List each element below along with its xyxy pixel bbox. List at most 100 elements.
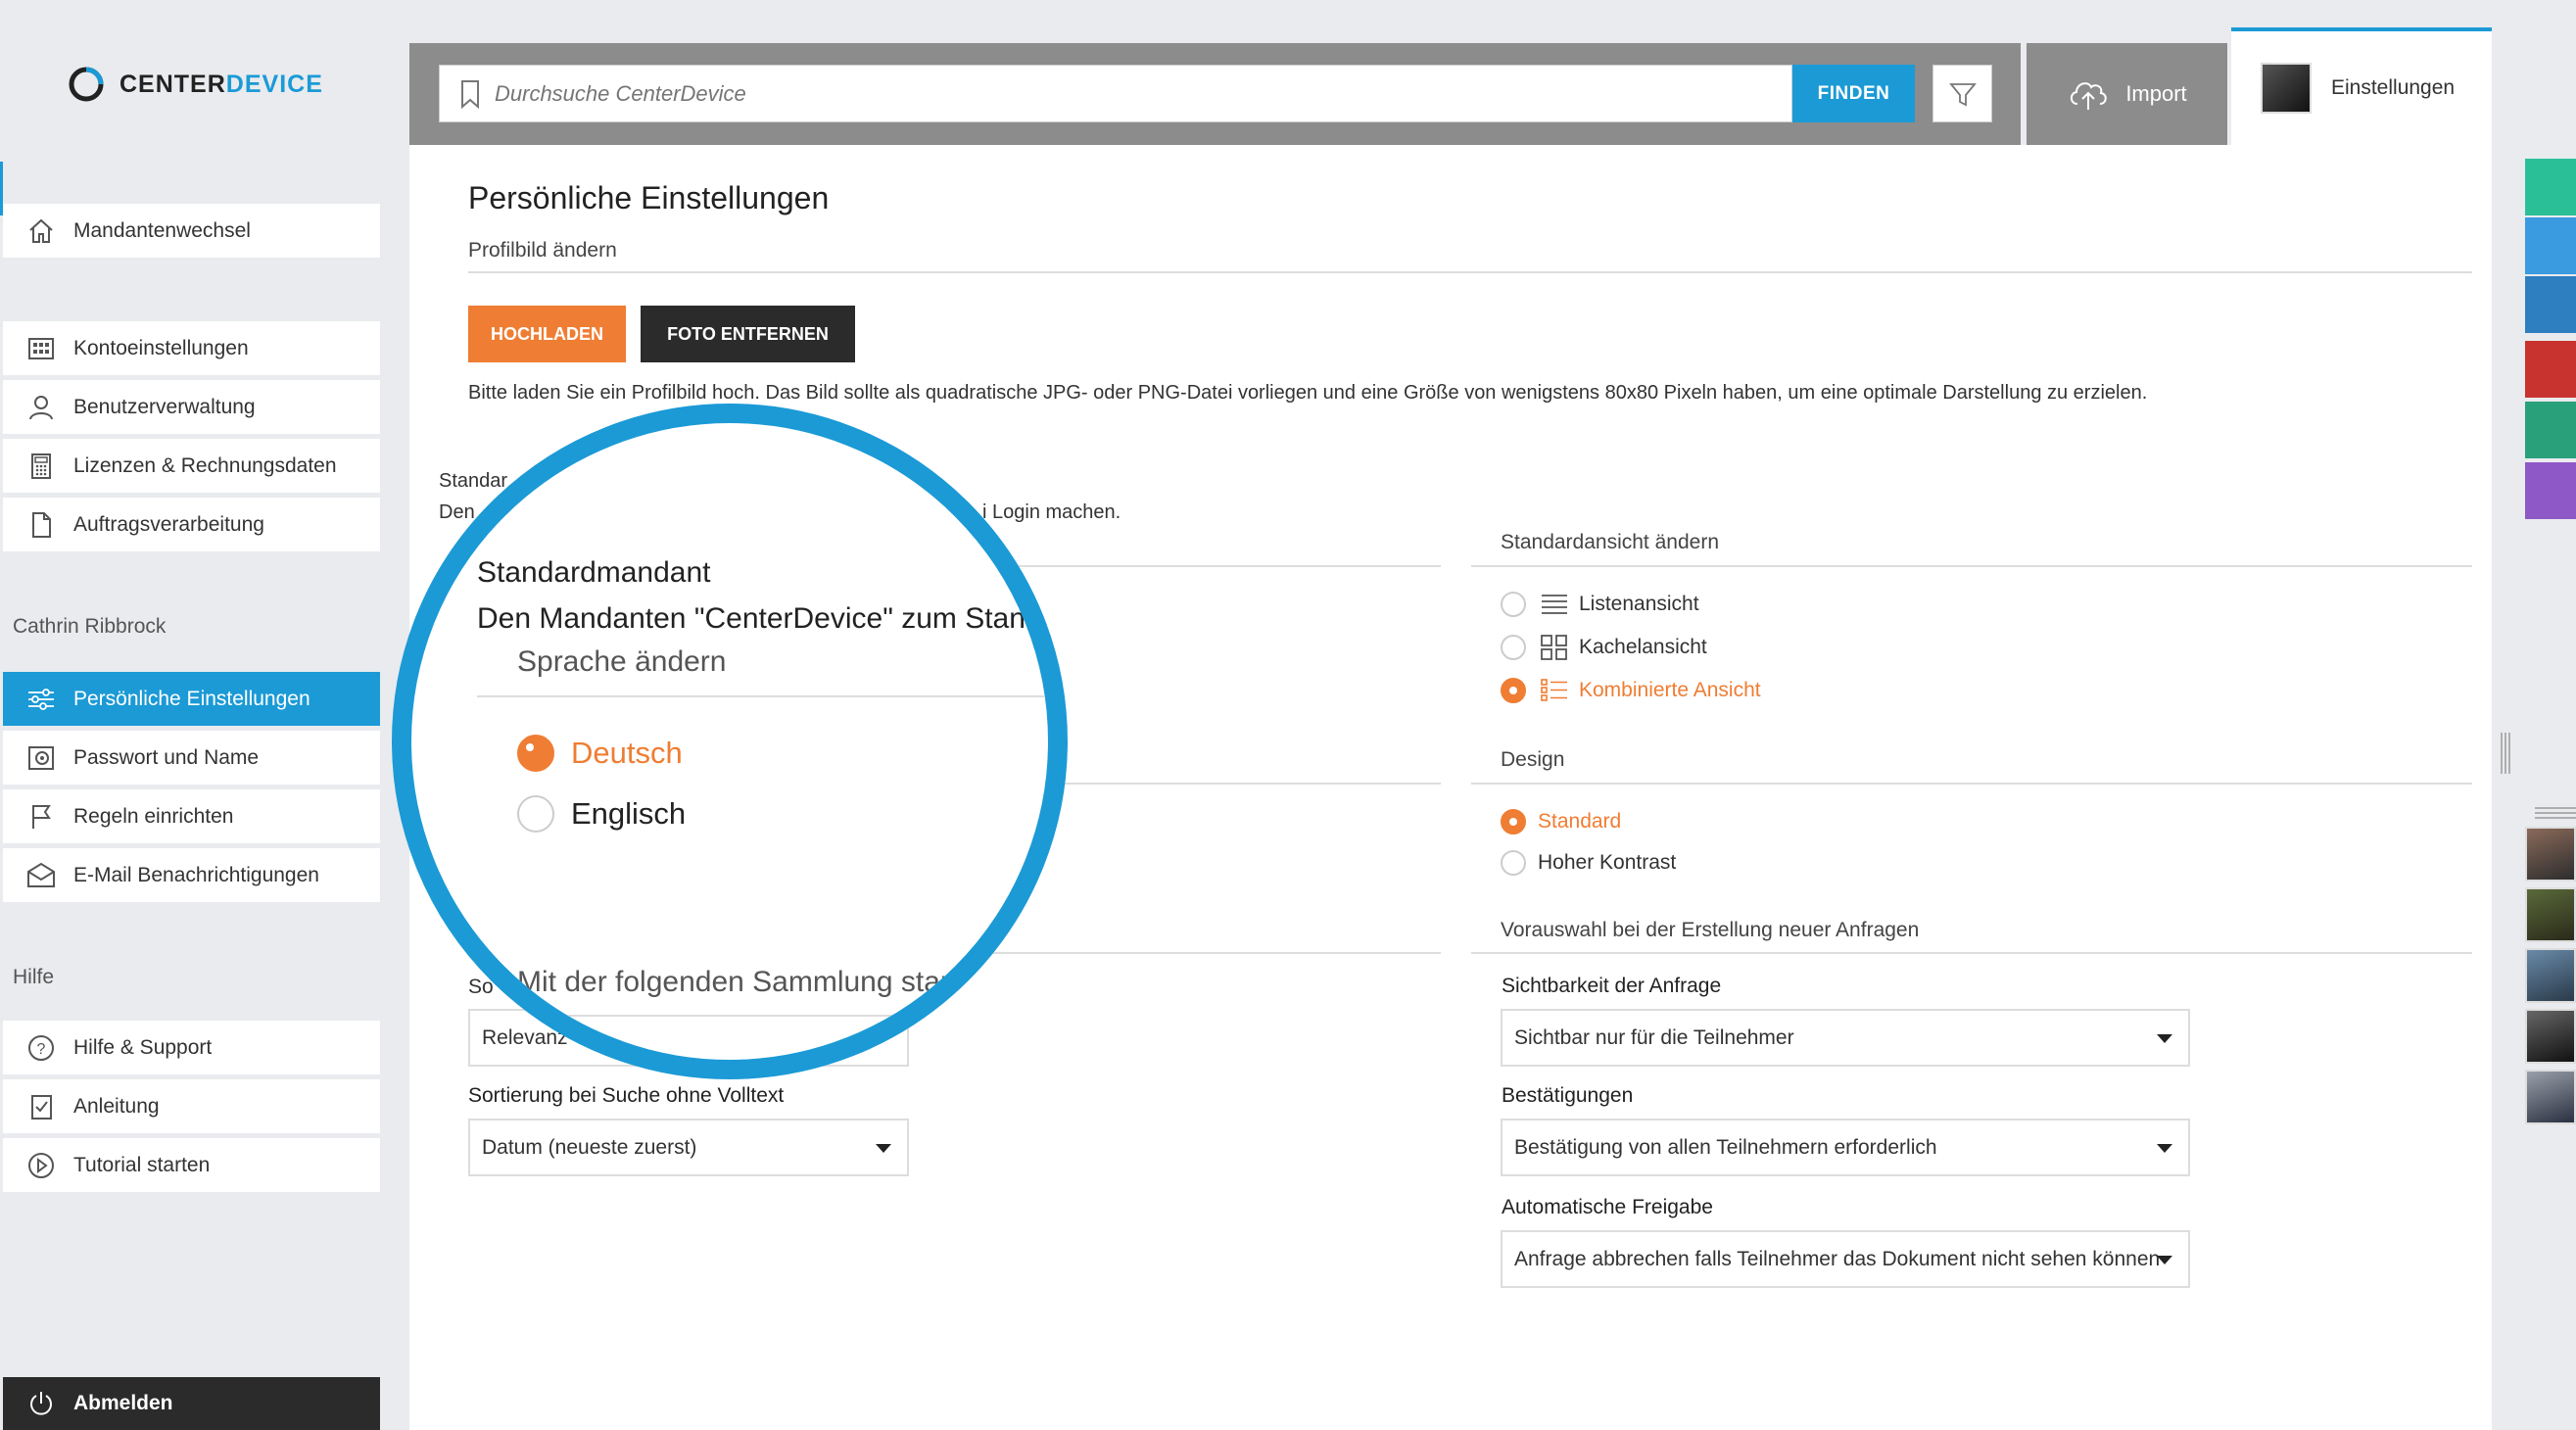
- search-input[interactable]: [495, 69, 1729, 119]
- sidebar-item-label: Persönliche Einstellungen: [73, 687, 310, 710]
- magnified-default-tenant-text: Den Mandanten "CenterDevice" zum Stand: [477, 602, 1042, 635]
- avatar: [2261, 63, 2312, 114]
- sidebar-item-kontoeinstellungen[interactable]: Kontoeinstellungen: [3, 321, 380, 377]
- view-option-combined-label[interactable]: Kombinierte Ansicht: [1579, 679, 1761, 702]
- confirmations-label: Bestätigungen: [1502, 1084, 1634, 1107]
- auto-release-value: Anfrage abbrechen falls Teilnehmer das D…: [1514, 1247, 2161, 1270]
- view-option-tiles-label[interactable]: Kachelansicht: [1579, 636, 1707, 659]
- safe-icon: [26, 743, 56, 773]
- requests-heading: Vorauswahl bei der Erstellung neuer Anfr…: [1501, 919, 1920, 941]
- visibility-select[interactable]: Sichtbar nur für die Teilnehmer: [1501, 1009, 2190, 1067]
- auto-release-label: Automatische Freigabe: [1502, 1196, 1713, 1218]
- sidebar-item-email-benachrichtigungen[interactable]: E-Mail Benachrichtigungen: [3, 848, 380, 904]
- sidebar-help-heading: Hilfe: [13, 966, 55, 988]
- language-option-deutsch-label[interactable]: Deutsch: [571, 736, 683, 771]
- language-option-englisch-radio[interactable]: [517, 795, 554, 833]
- sidebar-user-heading: Cathrin Ribbrock: [13, 615, 167, 638]
- caret-down-icon: [2157, 1144, 2172, 1153]
- design-heading: Design: [1501, 748, 1565, 771]
- sidebar-item-regeln[interactable]: Regeln einrichten: [3, 789, 380, 845]
- mail-icon: [26, 861, 56, 890]
- sidebar-item-label: Tutorial starten: [73, 1153, 211, 1176]
- design-option-standard-radio[interactable]: [1501, 809, 1526, 834]
- sidebar-item-label: Anleitung: [73, 1094, 160, 1118]
- view-option-list-label[interactable]: Listenansicht: [1579, 593, 1699, 616]
- sidebar-item-anleitung[interactable]: Anleitung: [3, 1079, 380, 1135]
- sort-no-fulltext-label: Sortierung bei Suche ohne Volltext: [468, 1084, 785, 1107]
- combined-list-icon: [1540, 678, 1569, 708]
- find-button[interactable]: FINDEN: [1792, 65, 1915, 122]
- color-tab-green[interactable]: [2525, 159, 2576, 215]
- view-option-list-radio[interactable]: [1501, 592, 1526, 617]
- color-tab-blue[interactable]: [2525, 217, 2576, 274]
- search-box: [439, 65, 1792, 122]
- sidebar-item-label: Mandantenwechsel: [73, 218, 251, 242]
- divider: [477, 1015, 1048, 1017]
- sidebar-item-label: Hilfe & Support: [73, 1035, 213, 1059]
- sidebar-item-tutorial[interactable]: Tutorial starten: [3, 1138, 380, 1194]
- avatar[interactable]: [2525, 948, 2576, 1003]
- confirmations-value: Bestätigung von allen Teilnehmern erford…: [1514, 1135, 1937, 1159]
- user-icon: [26, 393, 56, 422]
- play-icon: [26, 1151, 56, 1180]
- sidebar-item-mandantenwechsel[interactable]: Mandantenwechsel: [3, 204, 380, 260]
- sort-no-fulltext-value: Datum (neueste zuerst): [482, 1135, 697, 1159]
- magnified-collection-text: Mit der folgenden Sammlung start: [517, 966, 959, 998]
- visibility-label: Sichtbarkeit der Anfrage: [1502, 975, 1722, 997]
- avatar[interactable]: [2525, 1070, 2576, 1124]
- question-icon: ?: [26, 1033, 56, 1063]
- sidebar-item-persoenliche-einstellungen[interactable]: Persönliche Einstellungen: [3, 672, 380, 728]
- sliders-icon: [26, 685, 56, 714]
- auto-release-select[interactable]: Anfrage abbrechen falls Teilnehmer das D…: [1501, 1230, 2190, 1288]
- upload-button[interactable]: HOCHLADEN: [468, 306, 626, 362]
- view-option-combined-radio[interactable]: [1501, 678, 1526, 703]
- grid-icon: [26, 334, 56, 363]
- sidebar-item-passwort[interactable]: Passwort und Name: [3, 731, 380, 786]
- settings-tab[interactable]: Einstellungen: [2231, 27, 2492, 145]
- magnified-language-heading: Sprache ändern: [517, 645, 727, 678]
- color-tab-purple[interactable]: [2525, 462, 2576, 519]
- sidebar-item-hilfe-support[interactable]: ? Hilfe & Support: [3, 1021, 380, 1076]
- sidebar-item-benutzerverwaltung[interactable]: Benutzerverwaltung: [3, 380, 380, 436]
- resize-handle-icon[interactable]: [2498, 731, 2513, 781]
- import-button[interactable]: Import: [2024, 43, 2227, 145]
- divider: [468, 271, 2472, 273]
- import-label: Import: [2125, 81, 2187, 106]
- sidebar-item-auftragsverarbeitung[interactable]: Auftragsverarbeitung: [3, 498, 380, 553]
- centerdevice-logo[interactable]: CENTERDEVICE: [67, 65, 323, 104]
- avatar[interactable]: [2525, 887, 2576, 942]
- remove-photo-button[interactable]: FOTO ENTFERNEN: [641, 306, 855, 362]
- caret-down-icon: [2157, 1256, 2172, 1264]
- list-icon: [1540, 592, 1569, 622]
- color-tab-red[interactable]: [2525, 341, 2576, 398]
- calculator-icon: [26, 452, 56, 481]
- view-option-tiles-radio[interactable]: [1501, 635, 1526, 660]
- language-option-deutsch-radio[interactable]: [517, 735, 554, 772]
- avatar[interactable]: [2525, 827, 2576, 882]
- divider: [1471, 565, 2472, 567]
- menu-lines-icon[interactable]: [2535, 805, 2576, 826]
- confirmations-select[interactable]: Bestätigung von allen Teilnehmern erford…: [1501, 1119, 2190, 1176]
- design-option-contrast-radio[interactable]: [1501, 850, 1526, 876]
- language-option-englisch-label[interactable]: Englisch: [571, 796, 686, 832]
- magnified-default-tenant-heading: Standardmandant: [477, 556, 711, 589]
- sidebar-item-label: Passwort und Name: [73, 745, 260, 769]
- flag-icon: [26, 802, 56, 832]
- logo-text: CENTERDEVICE: [119, 70, 323, 98]
- filter-button[interactable]: [1932, 65, 1992, 122]
- sidebar-item-label: Auftragsverarbeitung: [73, 512, 264, 536]
- avatar[interactable]: [2525, 1009, 2576, 1064]
- tiles-icon: [1540, 635, 1569, 665]
- design-option-standard-label[interactable]: Standard: [1538, 810, 1621, 834]
- cloud-upload-icon: [2067, 76, 2110, 112]
- sidebar-item-lizenzen[interactable]: Lizenzen & Rechnungsdaten: [3, 439, 380, 495]
- logout-button[interactable]: Abmelden: [3, 1377, 380, 1430]
- visibility-value: Sichtbar nur für die Teilnehmer: [1514, 1025, 1794, 1049]
- sort-no-fulltext-select[interactable]: Datum (neueste zuerst): [468, 1119, 909, 1176]
- design-option-contrast-label[interactable]: Hoher Kontrast: [1538, 851, 1676, 875]
- color-tab-teal[interactable]: [2525, 402, 2576, 458]
- bookmark-icon[interactable]: [459, 79, 481, 109]
- power-icon: [26, 1389, 56, 1418]
- color-tab-darkblue[interactable]: [2525, 276, 2576, 333]
- caret-down-icon: [2157, 1034, 2172, 1043]
